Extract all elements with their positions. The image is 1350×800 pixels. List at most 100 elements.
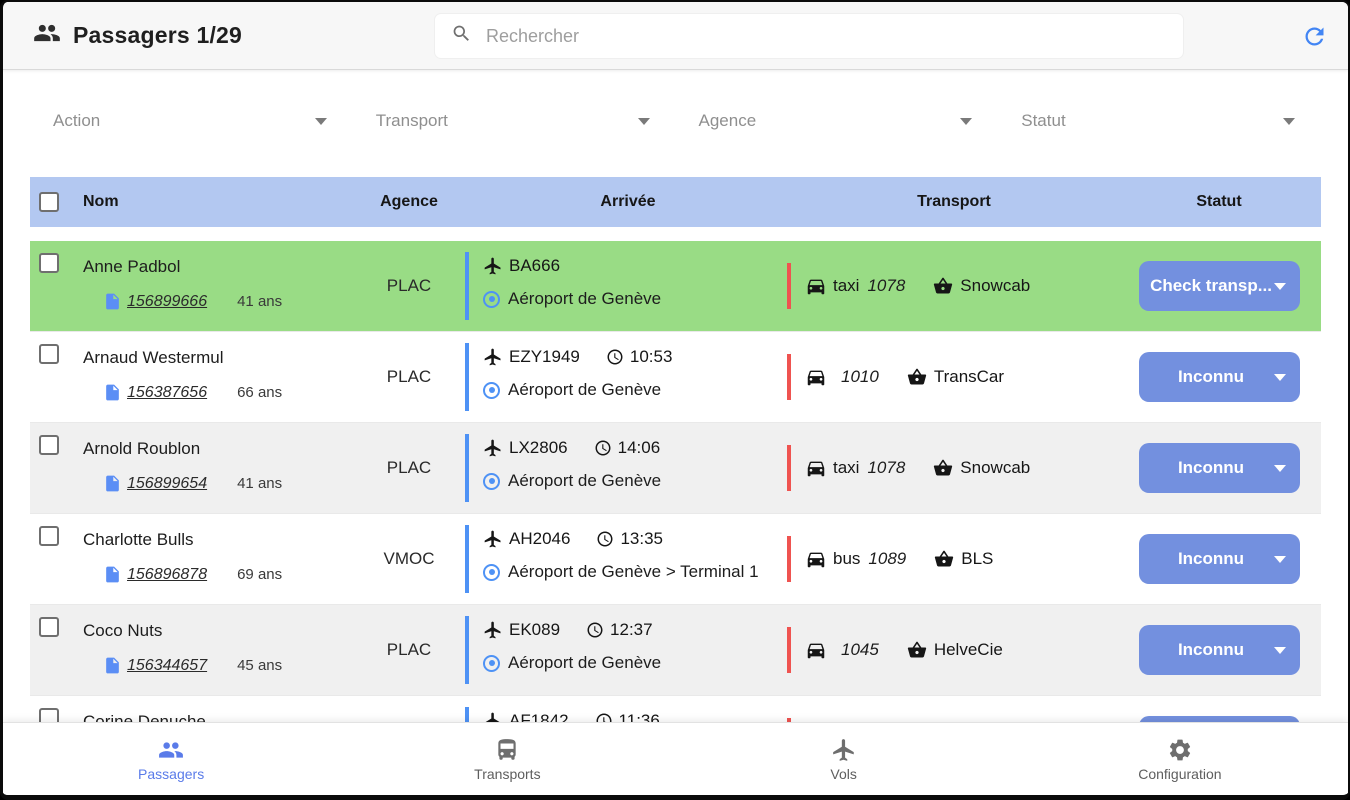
vehicle-number: 1010	[841, 367, 879, 387]
nav-item-label: Transports	[474, 766, 540, 782]
status-dropdown-button[interactable]: Inconnu	[1139, 443, 1300, 493]
transport-company: HelveCie	[934, 640, 1003, 660]
document-icon	[103, 565, 122, 584]
clock-icon	[586, 621, 604, 639]
arrival-time: 12:37	[610, 620, 653, 640]
filter-dropdown-agence[interactable]: Agence	[676, 108, 999, 134]
filter-dropdown-action[interactable]: Action	[30, 108, 353, 134]
status-dropdown-button[interactable]: Check transp...	[1139, 261, 1300, 311]
passenger-id-link[interactable]: 156387656	[127, 384, 207, 402]
search-input[interactable]	[486, 26, 1183, 47]
status-label: Inconnu	[1149, 549, 1274, 569]
basket-icon	[933, 276, 953, 296]
chevron-down-icon	[960, 118, 972, 125]
transport-company: Snowcab	[960, 276, 1030, 296]
nav-item-configuration[interactable]: Configuration	[1012, 723, 1348, 795]
filter-label: Transport	[376, 111, 638, 131]
filter-label: Agence	[699, 111, 961, 131]
vehicle-type: bus	[833, 549, 860, 569]
row-checkbox[interactable]	[39, 435, 59, 455]
chevron-down-icon	[315, 118, 327, 125]
arrival-place: Aéroport de Genève	[508, 380, 661, 400]
status-label: Inconnu	[1149, 367, 1274, 387]
clock-icon	[606, 348, 624, 366]
gear-icon	[1167, 737, 1193, 763]
clock-icon	[594, 439, 612, 457]
transport-company: Snowcab	[960, 458, 1030, 478]
status-dropdown-button[interactable]: Inconnu	[1139, 352, 1300, 402]
basket-icon	[934, 549, 954, 569]
status-dropdown-button[interactable]: Inconnu	[1139, 625, 1300, 675]
status-dropdown-button[interactable]: Inconnu	[1139, 534, 1300, 584]
flight-number: AH2046	[509, 529, 570, 549]
car-icon	[805, 548, 827, 570]
status-label: Check transp...	[1149, 276, 1274, 296]
top-bar: Passagers 1/29	[3, 2, 1348, 70]
passenger-age: 45 ans	[237, 657, 282, 674]
vehicle-type: taxi	[833, 276, 859, 296]
status-label: Inconnu	[1149, 458, 1274, 478]
filter-label: Action	[53, 111, 315, 131]
title-group: Passagers 1/29	[33, 19, 242, 52]
chevron-down-icon	[1274, 647, 1286, 654]
nav-item-label: Passagers	[138, 766, 204, 782]
nav-item-transports[interactable]: Transports	[339, 723, 675, 795]
passenger-id-link[interactable]: 156344657	[127, 657, 207, 675]
nav-item-label: Configuration	[1138, 766, 1221, 782]
passenger-row: Coco Nuts 156344657 45 ans PLAC EK089 12…	[30, 605, 1321, 696]
bus-icon	[494, 737, 520, 763]
nav-item-label: Vols	[830, 766, 856, 782]
arrival-time: 14:06	[618, 438, 661, 458]
chevron-down-icon	[638, 118, 650, 125]
car-icon	[805, 366, 827, 388]
passenger-name: Anne Padbol	[83, 256, 353, 278]
location-icon	[483, 291, 500, 308]
filter-label: Statut	[1021, 111, 1283, 131]
passenger-id-link[interactable]: 156896878	[127, 566, 207, 584]
column-header-statut: Statut	[1117, 193, 1321, 211]
filter-row: Action Transport Agence Statut	[30, 108, 1321, 134]
filter-dropdown-transport[interactable]: Transport	[353, 108, 676, 134]
chevron-down-icon	[1274, 374, 1286, 381]
passenger-id-link[interactable]: 156899666	[127, 293, 207, 311]
filter-dropdown-statut[interactable]: Statut	[998, 108, 1321, 134]
vehicle-number: 1078	[867, 458, 905, 478]
select-all-checkbox[interactable]	[39, 192, 59, 212]
location-icon	[483, 473, 500, 490]
passenger-age: 41 ans	[237, 475, 282, 492]
passenger-name: Arnaud Westermul	[83, 347, 353, 369]
refresh-icon[interactable]	[1301, 23, 1328, 50]
arrival-place: Aéroport de Genève	[508, 289, 661, 309]
agency-code: VMOC	[353, 514, 465, 604]
vehicle-number: 1089	[868, 549, 906, 569]
passenger-row: Arnaud Westermul 156387656 66 ans PLAC E…	[30, 332, 1321, 423]
basket-icon	[907, 367, 927, 387]
arrival-place: Aéroport de Genève	[508, 653, 661, 673]
location-icon	[483, 382, 500, 399]
passenger-id-link[interactable]: 156899654	[127, 475, 207, 493]
row-checkbox[interactable]	[39, 617, 59, 637]
document-icon	[103, 474, 122, 493]
car-icon	[805, 457, 827, 479]
flight-number: EZY1949	[509, 347, 580, 367]
row-checkbox[interactable]	[39, 344, 59, 364]
passenger-row: Anne Padbol 156899666 41 ans PLAC BA666	[30, 241, 1321, 332]
arrival-place: Aéroport de Genève	[508, 471, 661, 491]
row-checkbox[interactable]	[39, 526, 59, 546]
document-icon	[103, 292, 122, 311]
flight-number: EK089	[509, 620, 560, 640]
search-bar	[435, 14, 1183, 58]
agency-code: PLAC	[353, 241, 465, 331]
column-header-nom: Nom	[73, 193, 353, 211]
chevron-down-icon	[1274, 283, 1286, 290]
nav-item-vols[interactable]: Vols	[676, 723, 1012, 795]
plane-icon	[483, 620, 503, 640]
basket-icon	[907, 640, 927, 660]
chevron-down-icon	[1274, 465, 1286, 472]
bottom-nav: Passagers Transports Vols Configuration	[3, 723, 1348, 795]
row-checkbox[interactable]	[39, 253, 59, 273]
nav-item-passagers[interactable]: Passagers	[3, 723, 339, 795]
car-icon	[805, 275, 827, 297]
vehicle-number: 1078	[867, 276, 905, 296]
table-header: Nom Agence Arrivée Transport Statut	[30, 177, 1321, 227]
